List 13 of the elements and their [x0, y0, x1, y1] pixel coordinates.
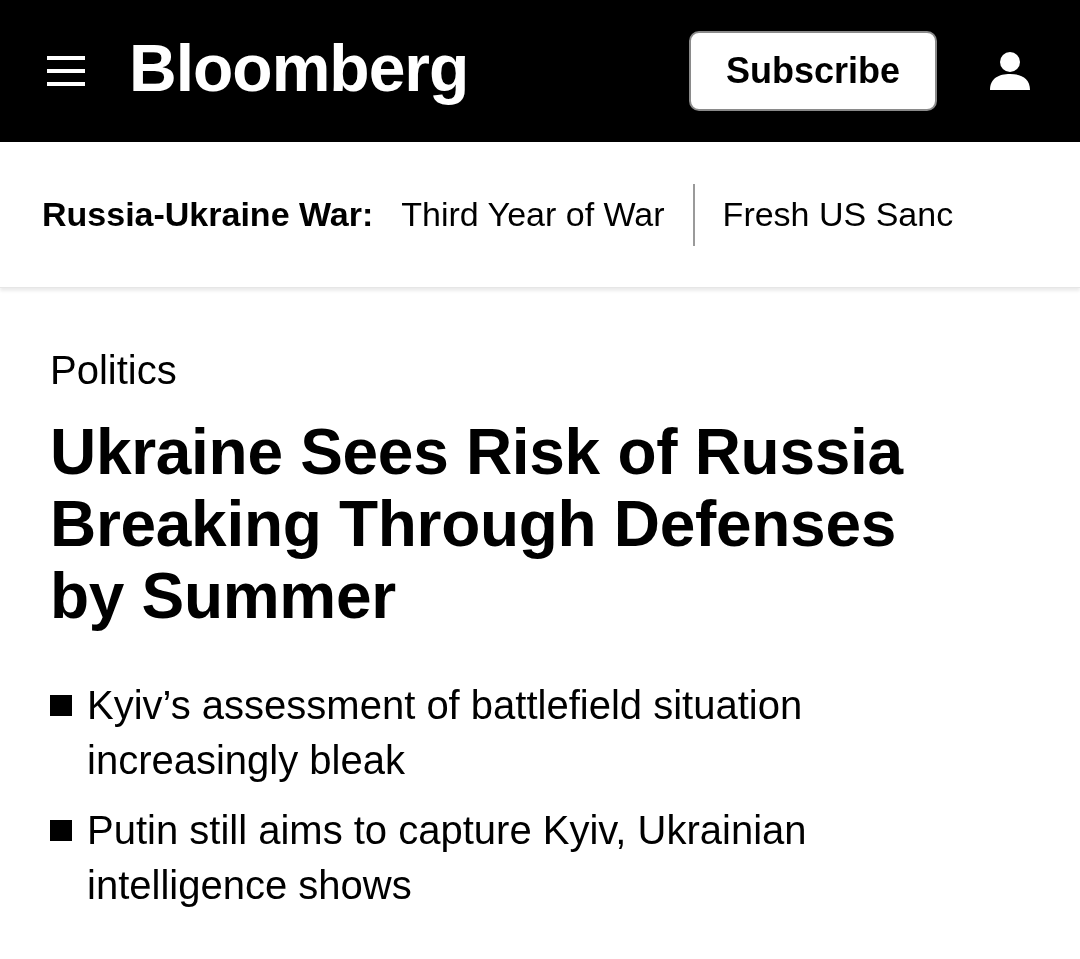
bloomberg-logo[interactable]: Bloomberg [129, 35, 469, 107]
article-headline: Ukraine Sees Risk of Russia Breaking Through Defenses by Summer [50, 416, 905, 632]
section-label[interactable]: Politics [50, 346, 177, 394]
subscribe-button[interactable]: Subscribe [689, 31, 937, 111]
summary-bullet: Kyiv’s assessment of battlefield situation increasingly bleak [87, 682, 804, 784]
summary-bullet: Putin still aims to capture Kyiv, Ukrainian intelligence shows [87, 807, 808, 909]
topic-link[interactable]: Fresh US Sanc [722, 189, 954, 240]
topic-link[interactable]: Third Year of War [401, 189, 665, 240]
bullet-icon [50, 695, 72, 716]
topic-label: Russia-Ukraine War: [42, 194, 374, 235]
bullet-icon [50, 820, 72, 841]
menu-icon[interactable] [47, 56, 85, 86]
user-icon[interactable] [990, 52, 1030, 90]
